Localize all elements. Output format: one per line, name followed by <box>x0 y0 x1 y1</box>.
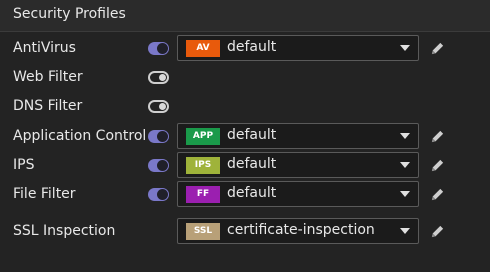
ssl-inspection-profile-select[interactable]: SSL certificate-inspection <box>177 218 419 244</box>
toggle-knob <box>159 103 166 110</box>
row-web-filter: Web Filter <box>0 64 490 92</box>
antivirus-label: AntiVirus <box>13 40 76 56</box>
ips-label: IPS <box>13 157 35 173</box>
row-ips: IPS IPS default <box>0 152 490 180</box>
pencil-icon[interactable] <box>430 129 445 144</box>
file-filter-profile-value: default <box>227 185 277 201</box>
row-application-control: Application Control APP default <box>0 123 490 151</box>
chevron-down-icon <box>400 45 410 51</box>
web-filter-toggle[interactable] <box>148 71 169 84</box>
section-header: Security Profiles <box>0 0 490 32</box>
chevron-down-icon <box>400 162 410 168</box>
ssl-inspection-profile-value: certificate-inspection <box>227 222 375 238</box>
application-control-profile-value: default <box>227 127 277 143</box>
security-profiles-panel: Security Profiles AntiVirus AV default W… <box>0 0 490 272</box>
chevron-down-icon <box>400 191 410 197</box>
application-control-toggle[interactable] <box>148 130 169 143</box>
chevron-down-icon <box>400 133 410 139</box>
pencil-icon[interactable] <box>430 158 445 173</box>
ssl-inspection-label: SSL Inspection <box>13 223 116 239</box>
toggle-knob <box>159 74 166 81</box>
row-file-filter: File Filter FF default <box>0 181 490 209</box>
av-badge: AV <box>186 40 220 57</box>
web-filter-label: Web Filter <box>13 69 83 85</box>
row-dns-filter: DNS Filter <box>0 93 490 121</box>
antivirus-profile-select[interactable]: AV default <box>177 35 419 61</box>
ips-toggle[interactable] <box>148 159 169 172</box>
file-filter-toggle[interactable] <box>148 188 169 201</box>
toggle-knob <box>157 189 168 200</box>
dns-filter-label: DNS Filter <box>13 98 83 114</box>
file-filter-label: File Filter <box>13 186 76 202</box>
pencil-icon[interactable] <box>430 187 445 202</box>
pencil-icon[interactable] <box>430 224 445 239</box>
toggle-knob <box>157 160 168 171</box>
ssl-badge: SSL <box>186 223 220 240</box>
ff-badge: FF <box>186 186 220 203</box>
antivirus-profile-value: default <box>227 39 277 55</box>
file-filter-profile-select[interactable]: FF default <box>177 181 419 207</box>
row-antivirus: AntiVirus AV default <box>0 35 490 63</box>
pencil-icon[interactable] <box>430 41 445 56</box>
app-badge: APP <box>186 128 220 145</box>
ips-profile-select[interactable]: IPS default <box>177 152 419 178</box>
ips-badge: IPS <box>186 157 220 174</box>
toggle-knob <box>157 43 168 54</box>
toggle-knob <box>157 131 168 142</box>
application-control-profile-select[interactable]: APP default <box>177 123 419 149</box>
dns-filter-toggle[interactable] <box>148 100 169 113</box>
section-title: Security Profiles <box>13 6 126 22</box>
row-ssl-inspection: SSL Inspection SSL certificate-inspectio… <box>0 218 490 246</box>
antivirus-toggle[interactable] <box>148 42 169 55</box>
chevron-down-icon <box>400 228 410 234</box>
ips-profile-value: default <box>227 156 277 172</box>
application-control-label: Application Control <box>13 128 147 144</box>
